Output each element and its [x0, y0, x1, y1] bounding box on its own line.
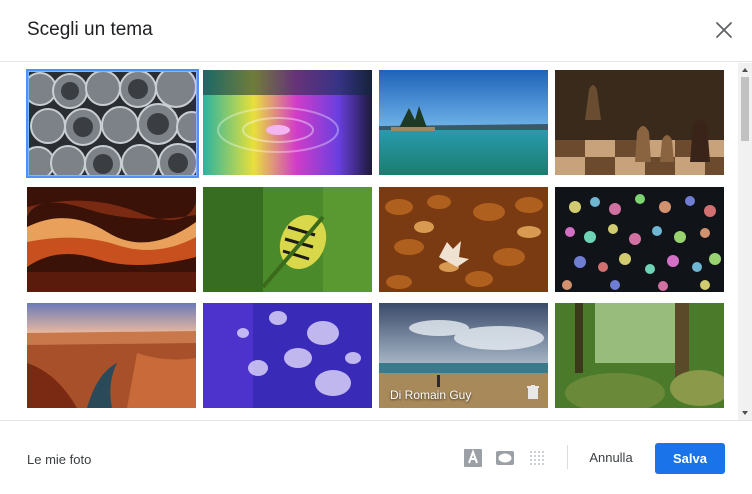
- theme-thumb-beach-clouds[interactable]: Di Romain Guy: [379, 303, 548, 408]
- scrollbar-thumb[interactable]: [741, 77, 749, 141]
- vignette-icon[interactable]: [495, 448, 515, 468]
- trash-icon[interactable]: [527, 385, 539, 399]
- theme-thumb-chess-pieces[interactable]: [555, 70, 724, 175]
- theme-thumb-lake-islands[interactable]: [379, 70, 548, 175]
- cancel-button[interactable]: Annulla: [577, 443, 645, 473]
- blur-icon[interactable]: [527, 448, 547, 468]
- theme-thumb-canyon-rock-waves[interactable]: [27, 187, 196, 292]
- scroll-down-arrow-icon[interactable]: [738, 406, 752, 420]
- theme-thumb-steel-pipes[interactable]: [26, 69, 199, 178]
- theme-thumb-canyon-river[interactable]: [27, 303, 196, 408]
- theme-thumb-autumn-leaves[interactable]: [379, 187, 548, 292]
- theme-thumb-caterpillar[interactable]: [203, 187, 372, 292]
- save-button[interactable]: Salva: [655, 443, 725, 474]
- dialog-footer: Le mie foto Annulla Salva: [0, 420, 752, 494]
- footer-divider: [567, 445, 568, 469]
- dialog-header: Scegli un tema: [0, 0, 752, 62]
- theme-thumb-colorful-water-drop[interactable]: [203, 70, 372, 175]
- close-icon[interactable]: [711, 17, 737, 43]
- scroll-up-arrow-icon[interactable]: [738, 63, 752, 77]
- scrollbar[interactable]: [738, 63, 752, 420]
- photo-credit: Di Romain Guy: [390, 388, 472, 402]
- theme-grid[interactable]: Di Romain Guy: [0, 63, 752, 420]
- theme-thumb-forest[interactable]: [555, 303, 724, 408]
- my-photos-link[interactable]: Le mie foto: [27, 452, 91, 467]
- theme-thumb-jellyfish[interactable]: [203, 303, 372, 408]
- theme-dialog: Scegli un tema Di Romain Guy Le mie foto…: [0, 0, 752, 494]
- theme-thumb-colorful-bokeh[interactable]: [555, 187, 724, 292]
- text-color-icon[interactable]: [463, 448, 483, 468]
- dialog-title: Scegli un tema: [27, 19, 153, 40]
